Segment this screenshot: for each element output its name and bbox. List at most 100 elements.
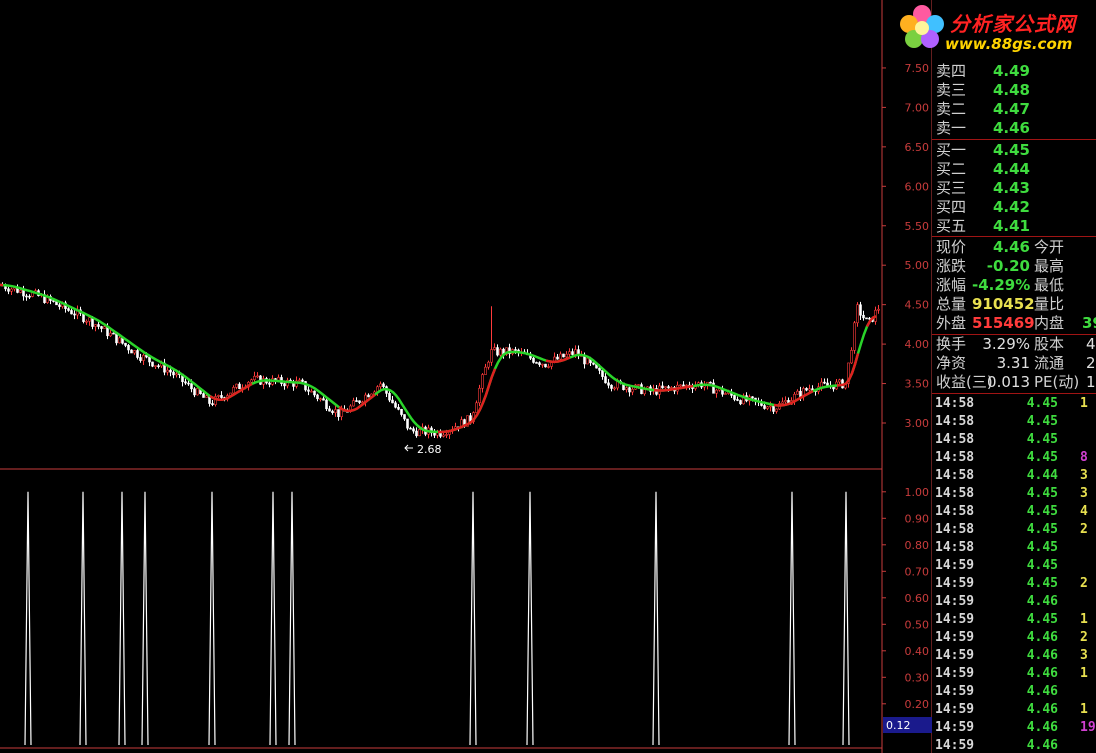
tick-price: 4.46 (1026, 666, 1058, 681)
buy-price: 4.41 (992, 217, 1030, 235)
candle-body (418, 429, 421, 437)
tick-price: 4.45 (1026, 432, 1058, 447)
tick-time: 14:58 (935, 486, 975, 501)
candle-body (412, 428, 415, 432)
tick-price: 4.46 (1026, 738, 1058, 753)
sell-price: 4.46 (992, 119, 1030, 137)
open-label: 今开 (1034, 238, 1065, 256)
candle-body (367, 394, 370, 398)
signal-spike (269, 491, 277, 746)
ratio-label: 量比 (1034, 295, 1065, 313)
price-tick-label: 7.00 (905, 101, 930, 114)
float-value: 2 (1086, 354, 1096, 372)
turnover-value: 3.29% (982, 335, 1030, 353)
tick-time: 14:59 (935, 612, 975, 627)
price-tick-label: 6.50 (905, 141, 930, 154)
price-tick-label: 4.50 (905, 299, 930, 312)
candle-body (538, 362, 541, 365)
low-price-marker: 2.68 (404, 443, 442, 456)
candle-body (664, 386, 667, 389)
price-tick-label: 3.50 (905, 378, 930, 391)
now-label: 现价 (936, 238, 967, 256)
candle-body (190, 383, 193, 390)
candle-body (547, 366, 550, 368)
candle-body (499, 348, 502, 356)
sell-row-2[interactable]: 卖二 4.47 (932, 100, 1096, 119)
tick-volume: 3 (1080, 468, 1088, 483)
candle-body (196, 388, 199, 396)
buy-row-4[interactable]: 买四 4.42 (932, 198, 1096, 217)
candle-body (601, 370, 604, 377)
candle-body (193, 388, 196, 396)
buy-row-2[interactable]: 买二 4.44 (932, 160, 1096, 179)
candle-body (613, 387, 616, 390)
candle-body (334, 409, 337, 413)
indicator-tick-label: 0.90 (905, 512, 930, 525)
candle-body (139, 357, 142, 361)
candle-body (157, 365, 160, 367)
candle-body (862, 314, 865, 319)
signal-spike (526, 491, 534, 746)
nav-label: 净资 (936, 354, 967, 372)
candle-body (70, 310, 73, 315)
candle-body (667, 386, 670, 389)
signal-spike (842, 491, 850, 746)
sell-row-3[interactable]: 卖三 4.48 (932, 81, 1096, 100)
candle-body (19, 289, 22, 293)
tick-price: 4.46 (1026, 594, 1058, 609)
candle-body (808, 388, 811, 391)
low-label: 最低 (1034, 276, 1065, 294)
tick-time: 14:58 (935, 540, 975, 555)
tick-time: 14:58 (935, 432, 975, 447)
buy-label: 买五 (936, 217, 967, 235)
candle-body (184, 381, 187, 384)
quote-row-change: 涨跌 -0.20 最高 (932, 257, 1096, 276)
pct-label: 涨幅 (936, 276, 967, 294)
candle-body (238, 383, 241, 390)
candle-body (820, 381, 823, 388)
buy-row-1[interactable]: 买一 4.45 (932, 141, 1096, 160)
tick-price: 4.44 (1026, 468, 1058, 483)
indicator-tick-label: 0.60 (905, 592, 930, 605)
volume-label: 总量 (936, 295, 967, 313)
candle-body (415, 430, 418, 437)
tick-price: 4.46 (1026, 648, 1058, 663)
kline-chart[interactable]: 2.68 7.50 7.00 6.50 6.00 5.50 5.00 4.50 4.00 3.5… (0, 0, 932, 753)
indicator-tick-label: 0.40 (905, 645, 930, 658)
candle-body (217, 395, 220, 397)
candle-body (136, 350, 139, 358)
tick-volume: 3 (1080, 486, 1088, 501)
candle-body (391, 399, 394, 404)
nav-value: 3.31 (996, 354, 1030, 372)
buy-price: 4.45 (992, 141, 1030, 159)
divider (932, 393, 1096, 394)
capital-value: 4 (1086, 335, 1096, 353)
candle-body (586, 357, 589, 365)
candle-body (823, 381, 826, 384)
candle-body (328, 408, 331, 412)
tick-volume: 3 (1080, 648, 1088, 663)
candle-body (130, 349, 133, 354)
signal-spike (469, 491, 477, 746)
candle-body (772, 405, 775, 412)
candle-body (781, 401, 784, 404)
candle-body (283, 383, 286, 387)
candle-body (355, 400, 358, 402)
tick-volume: 1 (1080, 666, 1088, 681)
candle-body (592, 362, 595, 365)
sell-row-4[interactable]: 卖四 4.49 (932, 62, 1096, 81)
indicator-signal-spikes (24, 491, 850, 746)
candle-body (124, 342, 127, 346)
buy-row-3[interactable]: 买三 4.43 (932, 179, 1096, 198)
price-tick-label: 5.50 (905, 220, 930, 233)
buy-label: 买二 (936, 160, 967, 178)
quote-row-volume: 总量 910452 量比 (932, 295, 1096, 314)
candle-body (85, 320, 88, 323)
tick-time: 14:58 (935, 522, 975, 537)
sell-row-1[interactable]: 卖一 4.46 (932, 119, 1096, 138)
tick-time: 14:59 (935, 702, 975, 717)
buy-row-5[interactable]: 买五 4.41 (932, 217, 1096, 236)
candle-body (403, 414, 406, 420)
candle-body (379, 383, 382, 388)
tick-price: 4.46 (1026, 684, 1058, 699)
